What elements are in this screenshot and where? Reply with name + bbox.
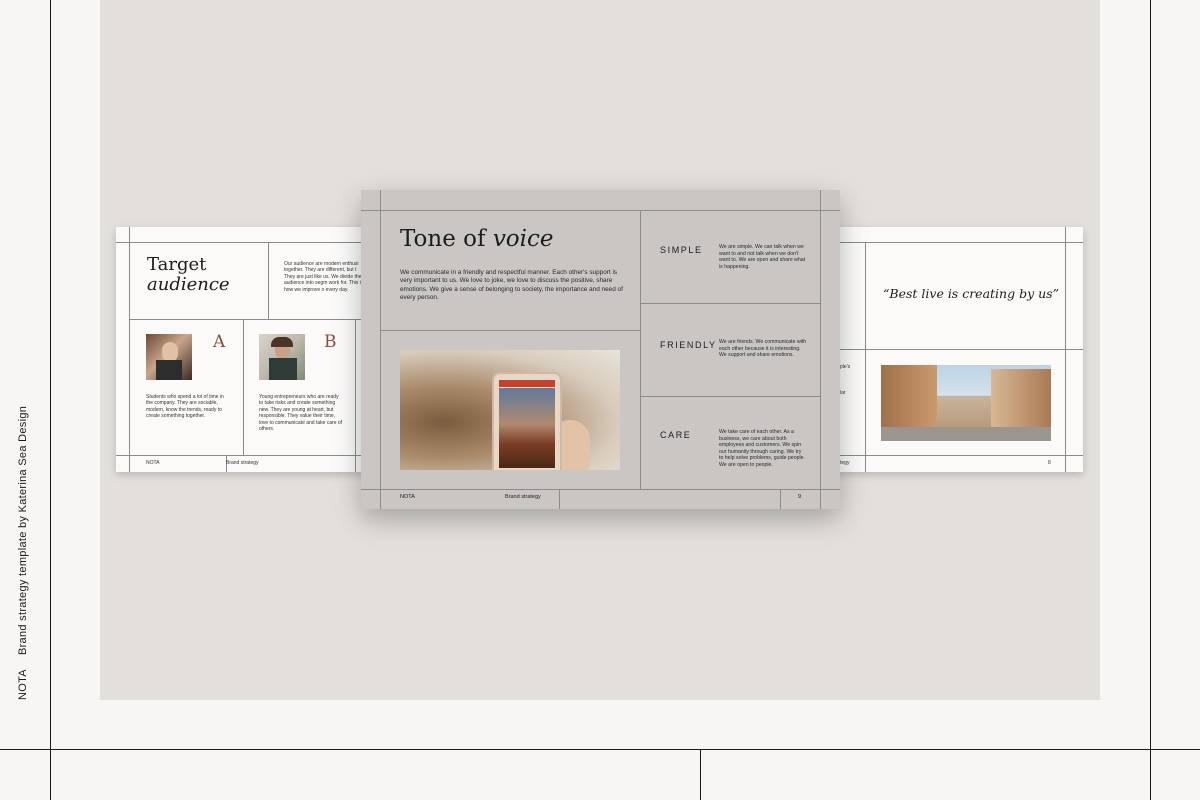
sidebar-brand: NOTA [17,669,29,700]
tone-of-voice-body: We communicate in a friendly and respect… [400,269,623,302]
segment-b-description: Young entrepreneurs who are ready to tak… [259,394,343,433]
tone-of-voice-slide: Tone of voice We communicate in a friend… [361,190,840,509]
right-page-number: 8 [1048,460,1051,466]
left-footer-label: Brand strategy [226,460,259,466]
right-partial-text-2: lar [840,390,846,396]
trait-friendly-description: We are friends. We communicate with each… [719,339,807,359]
center-footer-label: Brand strategy [505,494,541,500]
target-audience-title: Target audience [147,254,230,295]
segment-b-letter: B [324,332,337,352]
segment-a-photo [146,334,192,380]
trait-simple-description: We are simple. We can talk when we want … [719,244,806,270]
right-footer-label: tegy [840,460,850,466]
frame-line-right [1150,0,1151,800]
tone-of-voice-title: Tone of voice [400,226,554,252]
center-page-number: 9 [798,494,802,500]
trait-simple-name: SIMPLE [660,245,703,255]
trait-care-name: CARE [660,430,692,440]
frame-line-left [50,0,51,800]
frame-line-bottom-divider [700,749,701,800]
right-partial-text-1: ple's [840,364,851,370]
target-audience-intro: Our audience are modern enthusi together… [284,261,364,293]
trait-care-description: We take care of each other. As a busines… [719,429,805,468]
street-photo [881,365,1051,441]
target-audience-slide: Target audience Our audience are modern … [116,227,366,472]
page-frame: NOTA Brand strategy template by Katerina … [0,0,1200,800]
segment-a-letter: A [213,332,226,352]
trait-friendly-name: FRIENDLY [660,340,717,350]
sidebar-caption: NOTA Brand strategy template by Katerina … [17,392,29,700]
brand-quote: “Best live is creating by us” [883,286,1059,301]
sidebar-caption-text: Brand strategy template by Katerina Sea … [17,405,29,656]
segment-a-description: Students who spend a lot of time in the … [146,394,224,420]
left-footer-brand: NOTA [146,460,160,466]
frame-line-bottom [0,749,1200,750]
center-footer-brand: NOTA [400,494,415,500]
phone-photo [400,350,620,470]
segment-b-photo [259,334,305,380]
